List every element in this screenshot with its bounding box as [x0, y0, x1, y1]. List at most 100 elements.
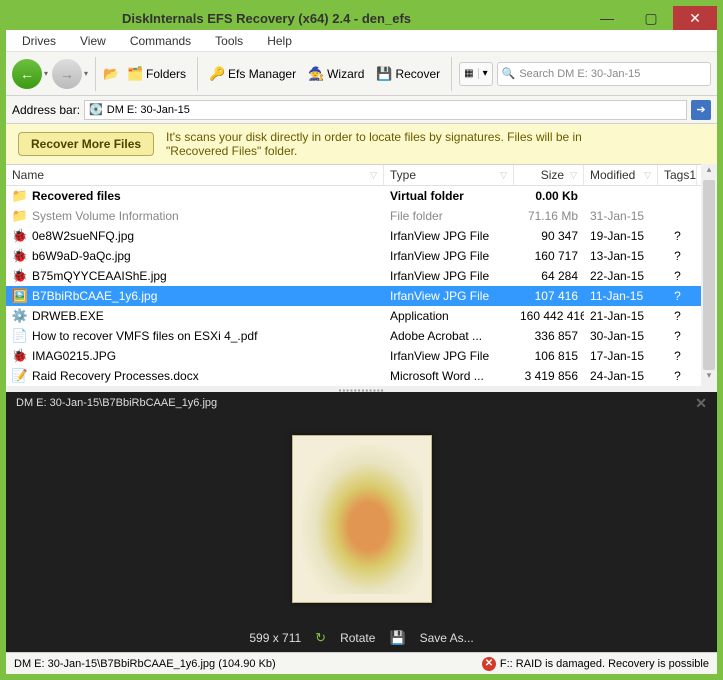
file-type: Microsoft Word ...	[384, 369, 514, 383]
recover-more-files-button[interactable]: Recover More Files	[18, 132, 154, 156]
wizard-label: Wizard	[327, 67, 364, 81]
file-size: 3 419 856	[514, 369, 584, 383]
preview-toolbar: 599 x 711 ↻ Rotate 💾 Save As...	[6, 624, 717, 652]
search-input[interactable]: 🔍 Search DM E: 30-Jan-15	[497, 62, 711, 86]
file-modified: 24-Jan-15	[584, 369, 658, 383]
menu-drives[interactable]: Drives	[12, 33, 66, 49]
menu-tools[interactable]: Tools	[205, 33, 253, 49]
file-size: 90 347	[514, 229, 584, 243]
file-type: IrfanView JPG File	[384, 249, 514, 263]
menu-commands[interactable]: Commands	[120, 33, 201, 49]
file-row[interactable]: 📁System Volume InformationFile folder71.…	[6, 206, 701, 226]
file-row[interactable]: 📄How to recover VMFS files on ESXi 4_.pd…	[6, 326, 701, 346]
col-type[interactable]: Type▽	[384, 165, 514, 185]
col-size[interactable]: Size▽	[514, 165, 584, 185]
file-name: IMAG0215.JPG	[32, 349, 116, 363]
preview-close-button[interactable]: ✕	[695, 395, 707, 412]
file-type: File folder	[384, 209, 514, 223]
drive-icon: 💽	[89, 103, 103, 116]
address-bar-row: Address bar: 💽 DM E: 30-Jan-15 ➔	[6, 96, 717, 124]
save-icon[interactable]: 💾	[389, 630, 405, 646]
address-input[interactable]: 💽 DM E: 30-Jan-15	[84, 100, 687, 120]
menu-view[interactable]: View	[70, 33, 116, 49]
filter-icon[interactable]: ▽	[500, 170, 507, 181]
filter-icon[interactable]: ▽	[570, 170, 577, 181]
menubar: Drives View Commands Tools Help	[6, 30, 717, 52]
save-as-label[interactable]: Save As...	[420, 631, 474, 645]
file-row[interactable]: 🐞b6W9aD-9aQc.jpgIrfanView JPG File160 71…	[6, 246, 701, 266]
preview-path-bar: DM E: 30-Jan-15\B7BbiRbCAAE_1y6.jpg ✕	[6, 392, 717, 414]
address-label: Address bar:	[12, 103, 80, 117]
maximize-button[interactable]: ▢	[629, 6, 673, 30]
file-size: 160 442 416	[514, 309, 584, 323]
filter-icon[interactable]: ▽	[644, 170, 651, 181]
file-row[interactable]: 🐞IMAG0215.JPGIrfanView JPG File106 81517…	[6, 346, 701, 366]
forward-button[interactable]: →	[52, 59, 82, 89]
file-name: Recovered files	[32, 189, 121, 203]
file-type: Virtual folder	[384, 189, 514, 203]
file-icon: 🖼️	[12, 288, 28, 304]
minimize-button[interactable]: —	[585, 6, 629, 30]
file-tags: ?	[658, 369, 697, 383]
folders-button[interactable]: 🗂️ Folders	[123, 64, 190, 84]
wizard-button[interactable]: 🧙 Wizard	[304, 64, 368, 84]
error-icon: ✕	[482, 657, 496, 671]
key-icon: 🔑	[209, 66, 225, 82]
up-folder-icon[interactable]: 📂	[103, 66, 119, 82]
toolbar: ← ▾ → ▾ 📂 🗂️ Folders 🔑 Efs Manager 🧙 Wiz…	[6, 52, 717, 96]
menu-help[interactable]: Help	[257, 33, 302, 49]
col-tags1[interactable]: Tags1	[658, 165, 697, 185]
file-modified: 22-Jan-15	[584, 269, 658, 283]
file-size: 106 815	[514, 349, 584, 363]
file-row[interactable]: 🐞B75mQYYCEAAIShE.jpgIrfanView JPG File64…	[6, 266, 701, 286]
view-toggle[interactable]: ▦ ▾	[459, 62, 492, 86]
statusbar: DM E: 30-Jan-15\B7BbiRbCAAE_1y6.jpg (104…	[6, 652, 717, 674]
file-row[interactable]: 🐞0e8W2sueNFQ.jpgIrfanView JPG File90 347…	[6, 226, 701, 246]
file-row[interactable]: 📁Recovered filesVirtual folder0.00 Kb	[6, 186, 701, 206]
banner-text: It's scans your disk directly in order t…	[166, 130, 606, 158]
thumbnail-view-icon: ▦	[460, 68, 477, 79]
file-modified: 17-Jan-15	[584, 349, 658, 363]
recover-label: Recover	[395, 67, 440, 81]
file-tags: ?	[658, 349, 697, 363]
file-icon: 📁	[12, 188, 28, 204]
file-icon: 📁	[12, 208, 28, 224]
file-name: DRWEB.EXE	[32, 309, 104, 323]
close-button[interactable]: ✕	[673, 6, 717, 30]
go-button[interactable]: ➔	[691, 100, 711, 120]
col-name[interactable]: Name▽	[6, 165, 384, 185]
file-type: IrfanView JPG File	[384, 229, 514, 243]
forward-history-dropdown[interactable]: ▾	[84, 69, 88, 78]
efs-manager-button[interactable]: 🔑 Efs Manager	[205, 64, 300, 84]
file-icon: 🐞	[12, 228, 28, 244]
file-type: Adobe Acrobat ...	[384, 329, 514, 343]
status-right: F:: RAID is damaged. Recovery is possibl…	[500, 658, 709, 670]
file-icon: ⚙️	[12, 308, 28, 324]
preview-path: DM E: 30-Jan-15\B7BbiRbCAAE_1y6.jpg	[16, 397, 217, 409]
vertical-scrollbar[interactable]: ▴ ▾	[701, 164, 717, 386]
file-name: How to recover VMFS files on ESXi 4_.pdf	[32, 329, 257, 343]
address-value: DM E: 30-Jan-15	[107, 104, 190, 116]
folders-label: Folders	[146, 67, 186, 81]
file-tags: ?	[658, 309, 697, 323]
col-modified[interactable]: Modified▽	[584, 165, 658, 185]
file-size: 160 717	[514, 249, 584, 263]
file-icon: 🐞	[12, 348, 28, 364]
status-left: DM E: 30-Jan-15\B7BbiRbCAAE_1y6.jpg (104…	[14, 658, 276, 670]
recover-icon: 💾	[376, 66, 392, 82]
file-modified: 30-Jan-15	[584, 329, 658, 343]
file-tags: ?	[658, 229, 697, 243]
rotate-icon[interactable]: ↻	[315, 630, 326, 646]
filter-icon[interactable]: ▽	[370, 170, 377, 181]
file-row[interactable]: 🖼️B7BbiRbCAAE_1y6.jpgIrfanView JPG File1…	[6, 286, 701, 306]
rotate-label[interactable]: Rotate	[340, 631, 375, 645]
back-history-dropdown[interactable]: ▾	[44, 69, 48, 78]
wizard-icon: 🧙	[308, 66, 324, 82]
recover-button[interactable]: 💾 Recover	[372, 64, 444, 84]
file-row[interactable]: 📝Raid Recovery Processes.docxMicrosoft W…	[6, 366, 701, 386]
back-button[interactable]: ←	[12, 59, 42, 89]
preview-dimensions: 599 x 711	[249, 631, 301, 645]
search-icon: 🔍	[502, 67, 516, 80]
file-row[interactable]: ⚙️DRWEB.EXEApplication160 442 41621-Jan-…	[6, 306, 701, 326]
file-modified: 31-Jan-15	[584, 209, 658, 223]
